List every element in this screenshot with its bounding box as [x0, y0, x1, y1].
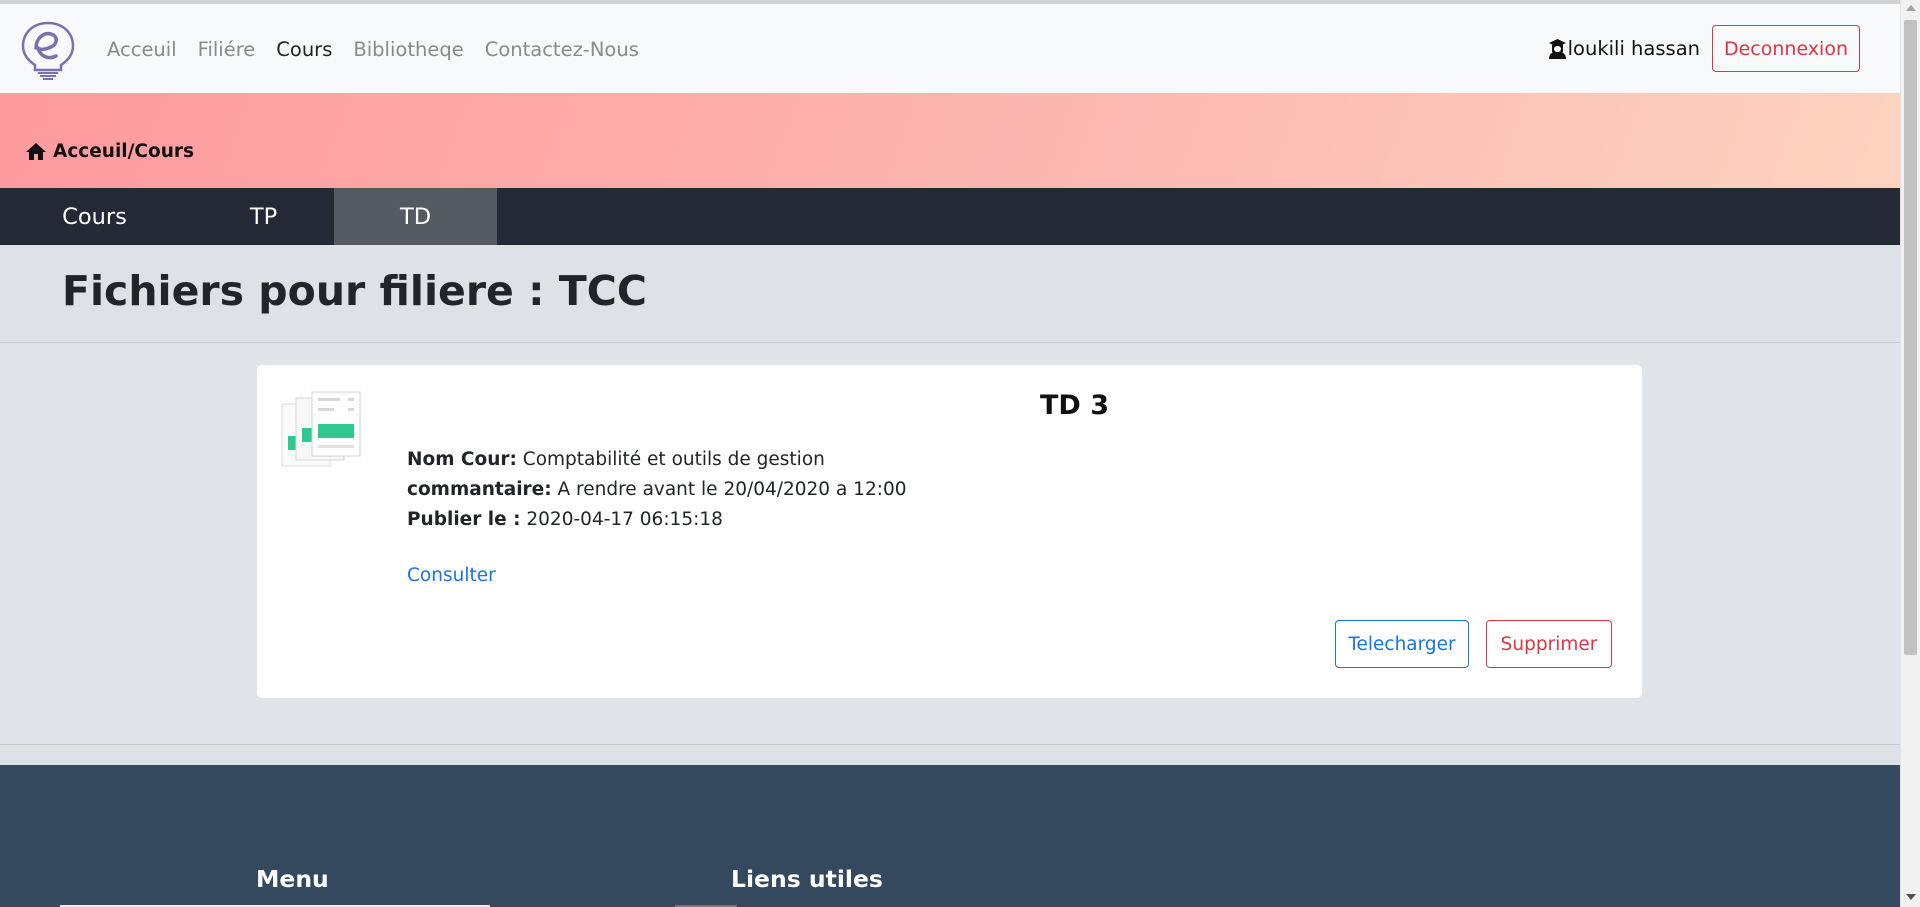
- detail-label: Publier le :: [407, 509, 521, 530]
- graduate-icon: [1548, 39, 1566, 59]
- footer: Menu Liens utiles: [0, 765, 1900, 907]
- tab-td[interactable]: TD: [334, 188, 497, 245]
- delete-button[interactable]: Supprimer: [1486, 620, 1612, 668]
- category-tabbar: Cours TP TD: [0, 188, 1900, 245]
- footer-menu-heading: Menu: [256, 865, 329, 893]
- detail-label: Nom Cour:: [407, 449, 517, 470]
- scroll-down-arrow-icon[interactable]: [1906, 894, 1916, 900]
- scrollbar-thumb[interactable]: [1904, 20, 1917, 655]
- lightbulb-logo-icon[interactable]: [18, 20, 78, 80]
- main-nav: Acceuil Filiére Cours Bibliotheqe Contac…: [107, 38, 660, 61]
- scroll-up-arrow-icon[interactable]: [1906, 5, 1916, 11]
- user-profile: loukili hassan: [1548, 37, 1700, 60]
- logout-button[interactable]: Deconnexion: [1712, 25, 1860, 72]
- detail-publier-le: Publier le : 2020-04-17 06:15:18: [407, 505, 907, 535]
- nav-link-bibliotheqe[interactable]: Bibliotheqe: [353, 38, 463, 61]
- detail-commantaire: commantaire: A rendre avant le 20/04/202…: [407, 475, 907, 505]
- nav-link-cours[interactable]: Cours: [276, 38, 332, 61]
- breadcrumb[interactable]: Acceuil/Cours: [25, 141, 194, 162]
- footer-links-heading: Liens utiles: [731, 865, 883, 893]
- file-card: TD 3 Nom Cour: Comptabilité et outils de…: [257, 365, 1642, 698]
- tab-tp[interactable]: TP: [182, 188, 345, 245]
- detail-value: 2020-04-17 06:15:18: [526, 509, 723, 530]
- card-details: Nom Cour: Comptabilité et outils de gest…: [407, 445, 907, 535]
- nav-link-acceuil[interactable]: Acceuil: [107, 38, 177, 61]
- nav-link-filiere[interactable]: Filiére: [198, 38, 256, 61]
- detail-value: Comptabilité et outils de gestion: [522, 449, 825, 470]
- breadcrumb-banner: Acceuil/Cours: [0, 93, 1900, 188]
- download-button[interactable]: Telecharger: [1335, 620, 1469, 668]
- card-title: TD 3: [1039, 390, 1110, 421]
- nav-link-contactez-nous[interactable]: Contactez-Nous: [485, 38, 639, 61]
- home-icon: [26, 143, 46, 160]
- detail-value: A rendre avant le 20/04/2020 a 12:00: [557, 479, 907, 500]
- user-area: loukili hassan Deconnexion: [1548, 25, 1860, 72]
- consult-link[interactable]: Consulter: [407, 565, 496, 586]
- user-name: loukili hassan: [1567, 37, 1700, 60]
- detail-nom-cour: Nom Cour: Comptabilité et outils de gest…: [407, 445, 907, 475]
- breadcrumb-text: Acceuil/Cours: [53, 141, 194, 162]
- top-navbar: Acceuil Filiére Cours Bibliotheqe Contac…: [0, 4, 1900, 93]
- vertical-scrollbar[interactable]: [1900, 0, 1920, 907]
- page-header: Fichiers pour filiere : TCC: [0, 245, 1900, 343]
- detail-label: commantaire:: [407, 479, 552, 500]
- page-title: Fichiers pour filiere : TCC: [62, 267, 647, 315]
- tab-cours[interactable]: Cours: [13, 188, 176, 245]
